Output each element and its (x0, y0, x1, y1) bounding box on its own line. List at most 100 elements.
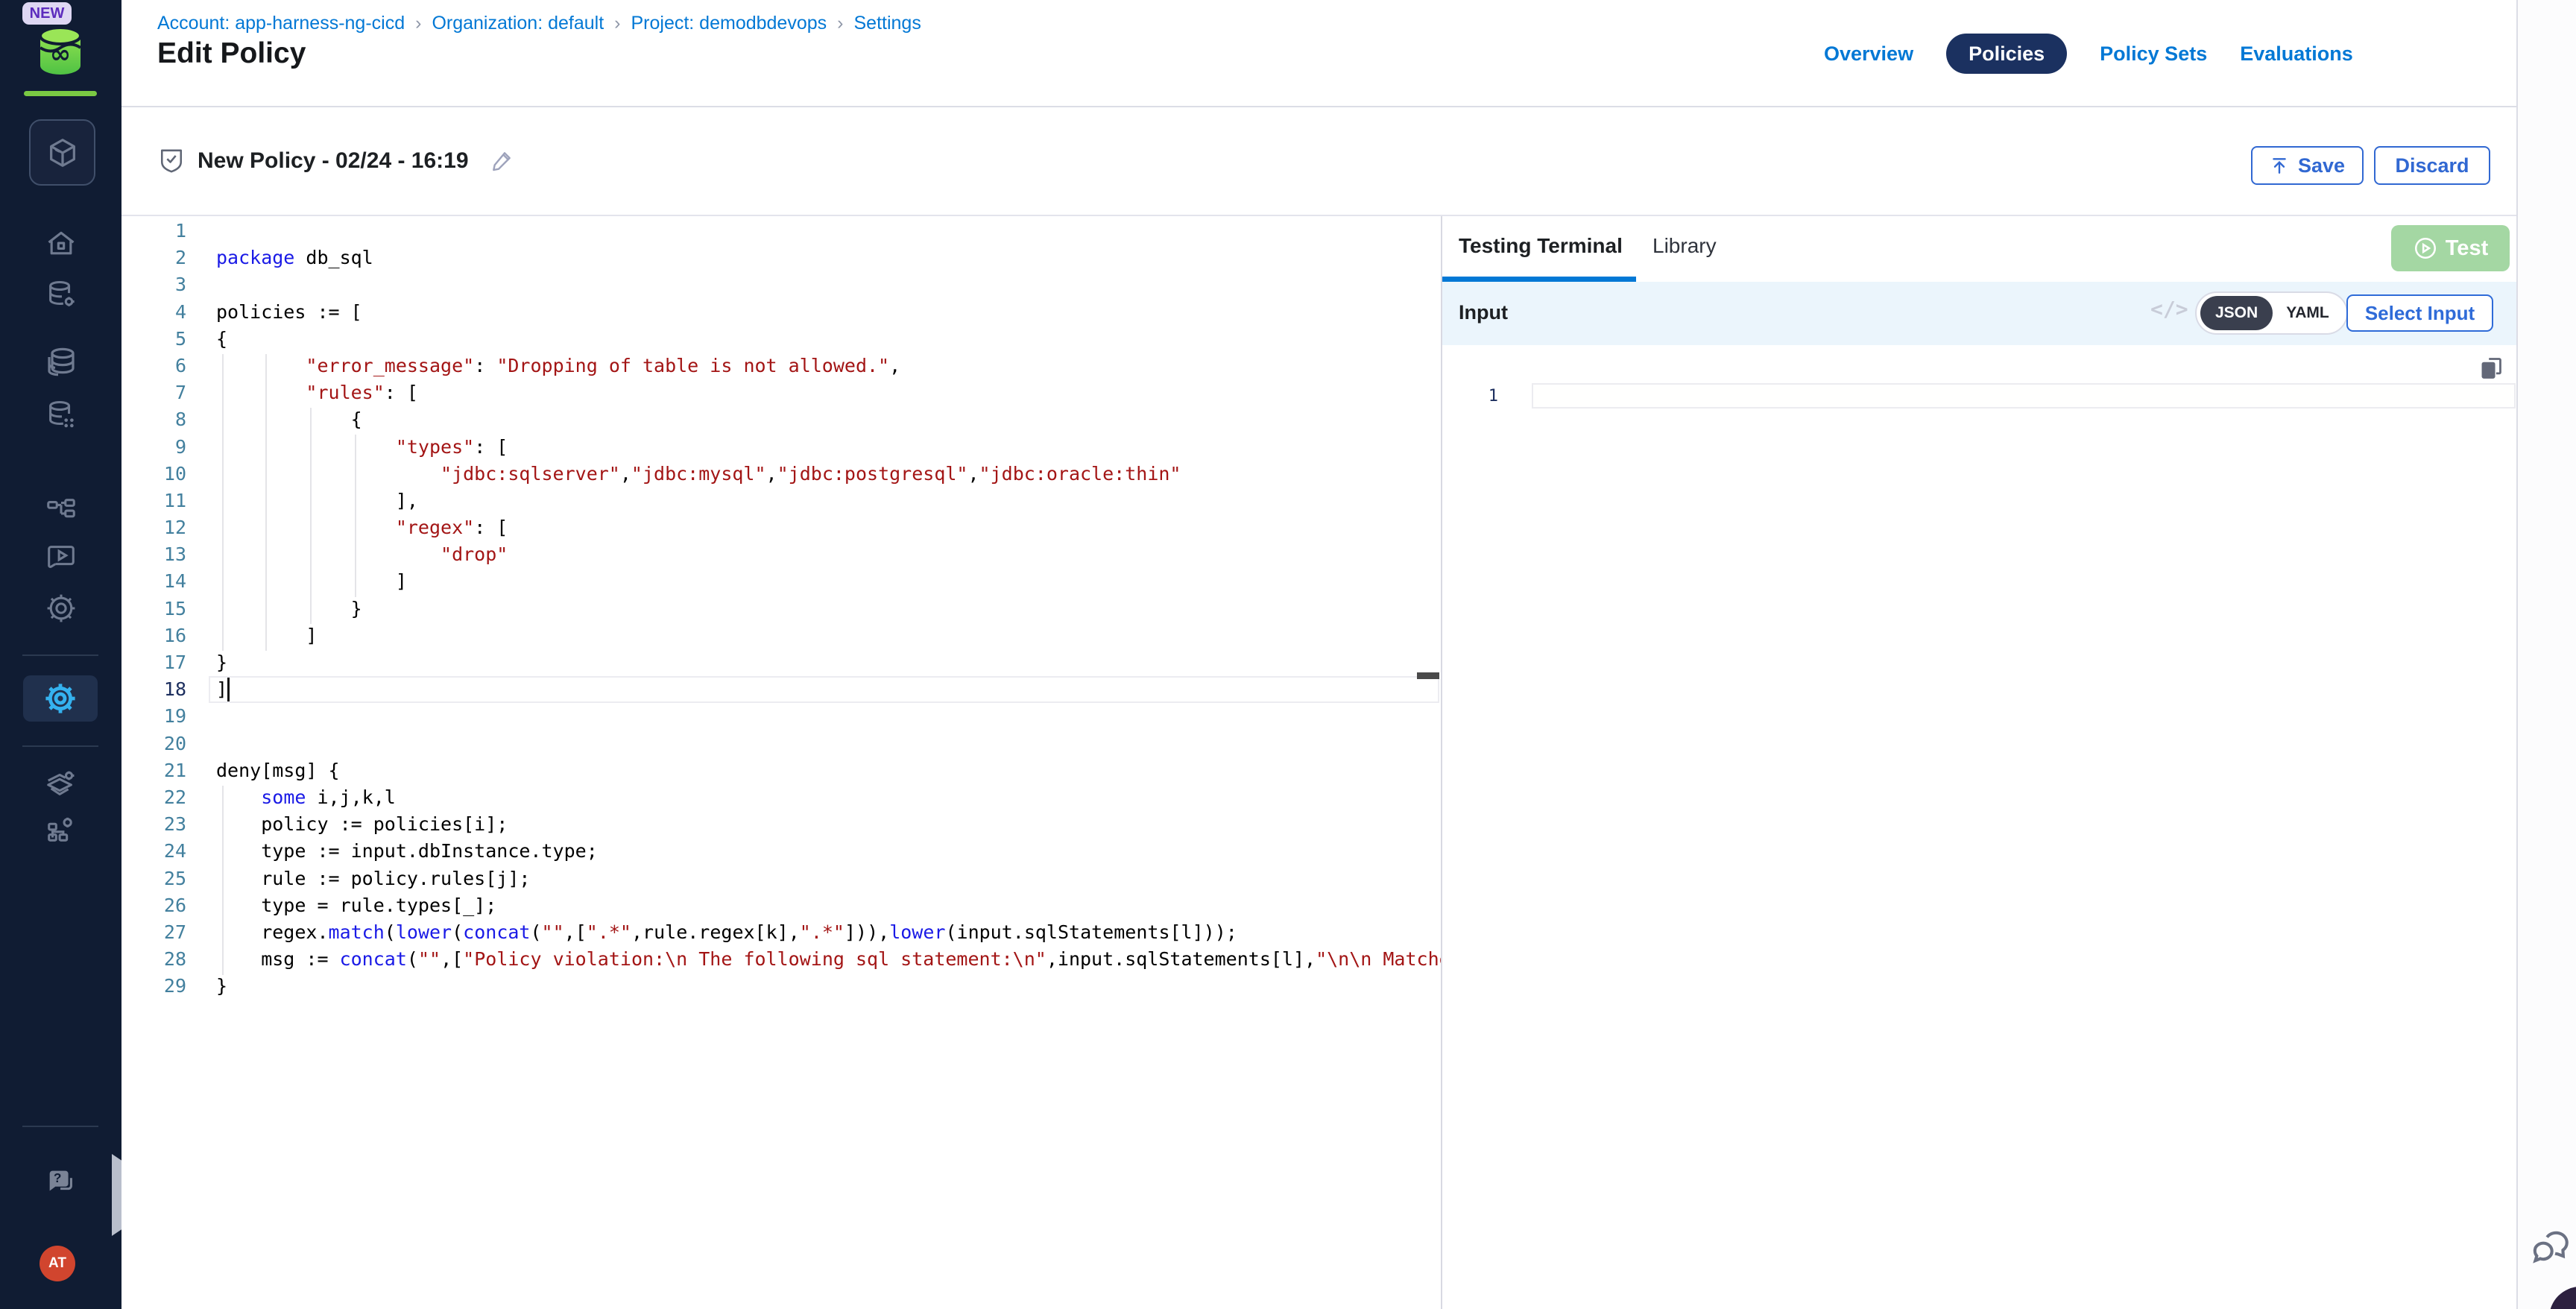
code-line[interactable]: 29} (121, 973, 1441, 1000)
code-line[interactable]: 9 "types": [ (121, 434, 1441, 461)
line-number: 4 (121, 299, 186, 326)
line-number: 6 (121, 353, 186, 379)
line-content: "error_message": "Dropping of table is n… (186, 353, 900, 379)
policy-code-editor[interactable]: 12package db_sql34policies := [5{6 "erro… (121, 216, 1441, 1309)
code-line[interactable]: 17} (121, 649, 1441, 676)
sidebar-item-executions[interactable] (0, 540, 121, 575)
sidebar-item-help[interactable]: ? (0, 1165, 121, 1199)
sidebar-item-database-instances[interactable] (0, 397, 121, 432)
cube-icon (45, 136, 80, 170)
line-content: regex.match(lower(concat("",[".*",rule.r… (186, 919, 1237, 946)
testing-panel: Testing Terminal Library Test Input </> … (1442, 216, 2516, 1309)
code-line[interactable]: 1 (121, 218, 1441, 245)
select-input-label: Select Input (2365, 302, 2475, 325)
code-line[interactable]: 24 type := input.dbInstance.type; (121, 838, 1441, 865)
select-input-button[interactable]: Select Input (2346, 294, 2493, 332)
harness-dbdevops-logo-icon[interactable]: ∞ (34, 25, 86, 76)
line-content: } (186, 973, 227, 1000)
line-content: ], (186, 488, 418, 514)
code-line[interactable]: 23 policy := policies[i]; (121, 811, 1441, 838)
line-number: 27 (121, 919, 186, 946)
tab-evaluations[interactable]: Evaluations (2240, 42, 2353, 66)
breadcrumb-separator: › (415, 13, 421, 34)
breadcrumb-organization[interactable]: Organization: default (432, 13, 604, 34)
code-line[interactable]: 4policies := [ (121, 299, 1441, 326)
svg-text:∞: ∞ (50, 40, 71, 69)
breadcrumb-account[interactable]: Account: app-harness-ng-cicd (157, 13, 405, 34)
line-content (186, 218, 216, 245)
line-number: 11 (121, 488, 186, 514)
input-section-header: Input </> JSON YAML Select Input (1442, 282, 2516, 345)
code-line[interactable]: 15 } (121, 596, 1441, 622)
line-content: { (186, 326, 227, 353)
module-indicator-bar (24, 91, 97, 96)
chat-bubbles-icon[interactable] (2529, 1230, 2572, 1273)
breadcrumb-project[interactable]: Project: demodbdevops (631, 13, 827, 34)
code-line[interactable]: 10 "jdbc:sqlserver","jdbc:mysql","jdbc:p… (121, 461, 1441, 488)
format-json-selected[interactable]: JSON (2200, 296, 2273, 330)
module-selector-button[interactable] (29, 119, 95, 186)
code-view-icon[interactable]: </> (2150, 297, 2188, 321)
code-line[interactable]: 5{ (121, 326, 1441, 353)
code-line[interactable]: 28 msg := concat("",["Policy violation:\… (121, 946, 1441, 973)
corner-chat-widget[interactable] (2549, 1287, 2576, 1309)
tab-policy-sets[interactable]: Policy Sets (2100, 42, 2207, 66)
code-line[interactable]: 25 rule := policy.rules[j]; (121, 865, 1441, 892)
tab-overview[interactable]: Overview (1824, 42, 1913, 66)
code-line[interactable]: 7 "rules": [ (121, 379, 1441, 406)
test-button[interactable]: Test (2391, 225, 2510, 271)
tab-testing-terminal[interactable]: Testing Terminal (1459, 234, 1623, 258)
line-content: some i,j,k,l (186, 784, 396, 811)
help-chat-icon: ? (44, 1165, 78, 1199)
code-line[interactable]: 20 (121, 731, 1441, 757)
input-editor[interactable]: 1 (1442, 385, 2516, 409)
code-line[interactable]: 1 (1442, 385, 2516, 409)
save-button[interactable]: Save (2251, 146, 2364, 185)
line-content: ] (186, 676, 227, 703)
line-content: deny[msg] { (186, 757, 340, 784)
code-line[interactable]: 19 (121, 703, 1441, 730)
sidebar-item-settings-active[interactable] (23, 675, 98, 722)
discard-button[interactable]: Discard (2374, 146, 2490, 185)
format-yaml[interactable]: YAML (2273, 304, 2343, 322)
tab-library[interactable]: Library (1652, 234, 1717, 258)
line-number: 25 (121, 865, 186, 892)
avatar[interactable]: AT (40, 1246, 75, 1281)
line-number: 17 (121, 649, 186, 676)
code-line[interactable]: 18] (121, 676, 1441, 703)
line-content: "regex": [ (186, 514, 508, 541)
code-line[interactable]: 3 (121, 271, 1441, 298)
line-content: "drop" (186, 541, 508, 568)
sidebar-divider (22, 1126, 98, 1127)
sidebar-item-database-stack[interactable] (0, 343, 121, 379)
tab-policies-active[interactable]: Policies (1946, 34, 2067, 74)
code-line[interactable]: 21deny[msg] { (121, 757, 1441, 784)
edit-pencil-icon[interactable] (490, 149, 514, 173)
line-content: ] (186, 568, 407, 595)
line-number: 7 (121, 379, 186, 406)
breadcrumb-settings[interactable]: Settings (853, 13, 921, 34)
sidebar-item-home[interactable] (0, 227, 121, 260)
line-content: msg := concat("",["Policy violation:\n T… (186, 946, 1441, 973)
svg-text:?: ? (53, 1170, 61, 1185)
code-line[interactable]: 2package db_sql (121, 245, 1441, 271)
sidebar-item-database-settings[interactable] (0, 277, 121, 312)
copy-icon[interactable] (2478, 355, 2504, 382)
sidebar-item-pipelines[interactable] (0, 495, 121, 529)
code-line[interactable]: 16 ] (121, 622, 1441, 649)
save-label: Save (2298, 154, 2345, 177)
code-line[interactable]: 6 "error_message": "Dropping of table is… (121, 353, 1441, 379)
discard-label: Discard (2395, 154, 2469, 177)
code-line[interactable]: 26 type = rule.types[_]; (121, 892, 1441, 919)
code-line[interactable]: 11 ], (121, 488, 1441, 514)
code-line[interactable]: 12 "regex": [ (121, 514, 1441, 541)
line-number: 1 (121, 218, 186, 245)
code-line[interactable]: 13 "drop" (121, 541, 1441, 568)
sidebar-item-org-settings[interactable] (0, 811, 121, 845)
sidebar-item-layers-settings[interactable] (0, 766, 121, 801)
code-line[interactable]: 8 { (121, 406, 1441, 433)
code-line[interactable]: 14 ] (121, 568, 1441, 595)
code-line[interactable]: 27 regex.match(lower(concat("",[".*",rul… (121, 919, 1441, 946)
code-line[interactable]: 22 some i,j,k,l (121, 784, 1441, 811)
sidebar-item-default-settings[interactable] (0, 591, 121, 625)
